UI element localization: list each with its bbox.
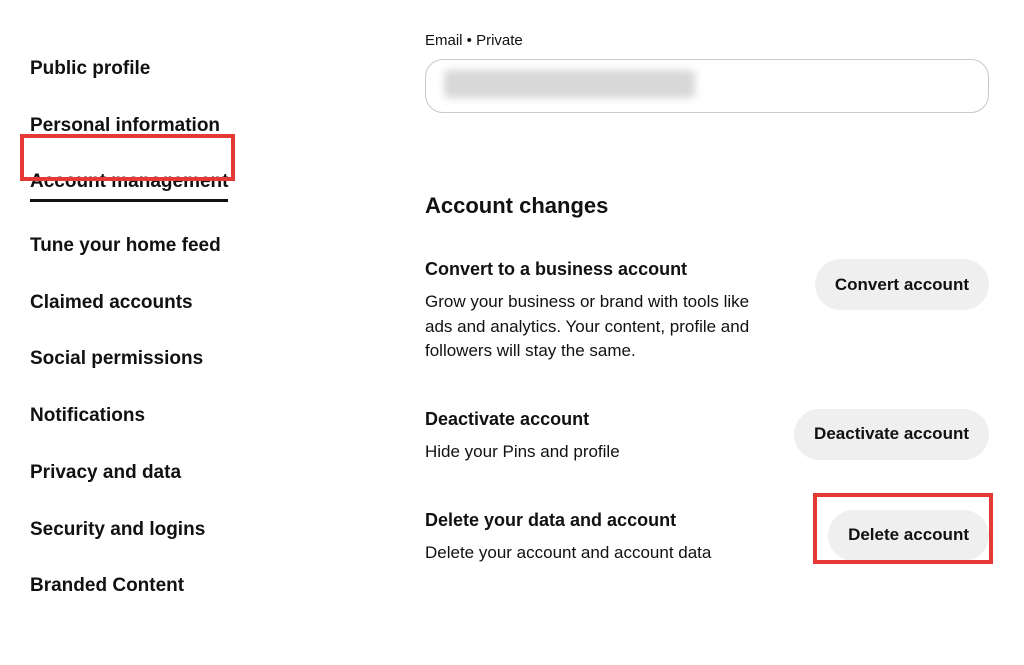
- delete-account-heading: Delete your data and account: [425, 510, 755, 531]
- sidebar-item-privacy-data[interactable]: Privacy and data: [30, 449, 181, 498]
- deactivate-account-row: Deactivate account Hide your Pins and pr…: [425, 409, 989, 465]
- convert-account-button[interactable]: Convert account: [815, 259, 989, 310]
- delete-account-text: Delete your data and account Delete your…: [425, 510, 755, 566]
- sidebar-item-claimed-accounts[interactable]: Claimed accounts: [30, 279, 193, 328]
- convert-account-heading: Convert to a business account: [425, 259, 755, 280]
- delete-account-row: Delete your data and account Delete your…: [425, 510, 989, 566]
- sidebar-item-account-management[interactable]: Account management: [30, 158, 228, 214]
- sidebar-item-personal-information[interactable]: Personal information: [30, 102, 220, 151]
- deactivate-account-button[interactable]: Deactivate account: [794, 409, 989, 460]
- deactivate-account-text: Deactivate account Hide your Pins and pr…: [425, 409, 755, 465]
- settings-sidebar: Public profile Personal information Acco…: [0, 0, 260, 665]
- convert-account-text: Convert to a business account Grow your …: [425, 259, 755, 364]
- account-changes-title: Account changes: [425, 193, 989, 219]
- delete-account-button[interactable]: Delete account: [828, 510, 989, 561]
- sidebar-item-public-profile[interactable]: Public profile: [30, 45, 150, 94]
- deactivate-account-heading: Deactivate account: [425, 409, 755, 430]
- delete-account-desc: Delete your account and account data: [425, 541, 755, 566]
- sidebar-item-social-permissions[interactable]: Social permissions: [30, 335, 203, 384]
- convert-account-desc: Grow your business or brand with tools l…: [425, 290, 755, 364]
- deactivate-account-desc: Hide your Pins and profile: [425, 440, 755, 465]
- sidebar-item-security-logins[interactable]: Security and logins: [30, 506, 205, 555]
- convert-account-row: Convert to a business account Grow your …: [425, 259, 989, 364]
- email-label: Email • Private: [425, 32, 989, 49]
- sidebar-item-tune-feed[interactable]: Tune your home feed: [30, 222, 221, 271]
- email-field[interactable]: [425, 59, 989, 113]
- sidebar-item-branded-content[interactable]: Branded Content: [30, 562, 184, 611]
- sidebar-item-notifications[interactable]: Notifications: [30, 392, 145, 441]
- main-content: Email • Private Account changes Convert …: [260, 0, 1024, 665]
